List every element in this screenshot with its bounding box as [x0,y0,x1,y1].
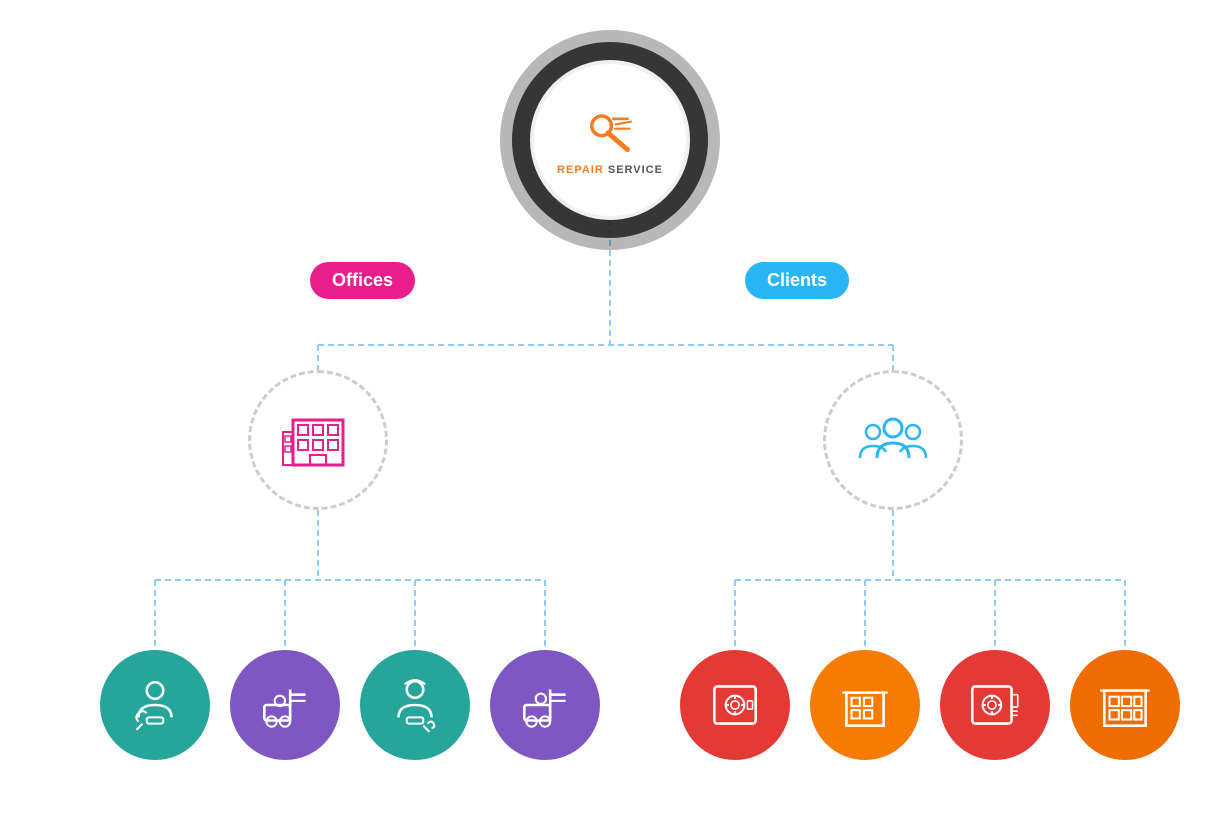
clients-mid-node [823,370,963,510]
offices-mid-node [248,370,388,510]
diagram-container: REPAIR SERVICE Offices Clients [0,0,1220,830]
technician-node [100,650,210,760]
repair-text: REPAIR [557,164,604,176]
root-label: REPAIR SERVICE [557,164,663,176]
building-clients-node-2 [1070,650,1180,760]
building-clients-icon-1 [834,674,896,736]
building-clients-icon-2 [1094,674,1156,736]
mechanic-node [360,650,470,760]
repair-service-logo-icon [575,105,645,160]
safe-icon-2 [964,674,1026,736]
safe-machine-node-1 [680,650,790,760]
mechanic-icon [384,674,446,736]
safe-icon-1 [704,674,766,736]
technician-icon [124,674,186,736]
root-node: REPAIR SERVICE [530,60,690,220]
forklift-node-2 [490,650,600,760]
forklift-icon-2 [514,674,576,736]
building-clients-node-1 [810,650,920,760]
forklift-icon-1 [254,674,316,736]
building-icon [278,400,358,480]
root-circle: REPAIR SERVICE [530,60,690,220]
forklift-node-1 [230,650,340,760]
service-text: SERVICE [608,164,663,176]
offices-badge: Offices [310,262,415,299]
clients-group-icon [853,400,933,480]
safe-machine-node-2 [940,650,1050,760]
clients-badge: Clients [745,262,849,299]
